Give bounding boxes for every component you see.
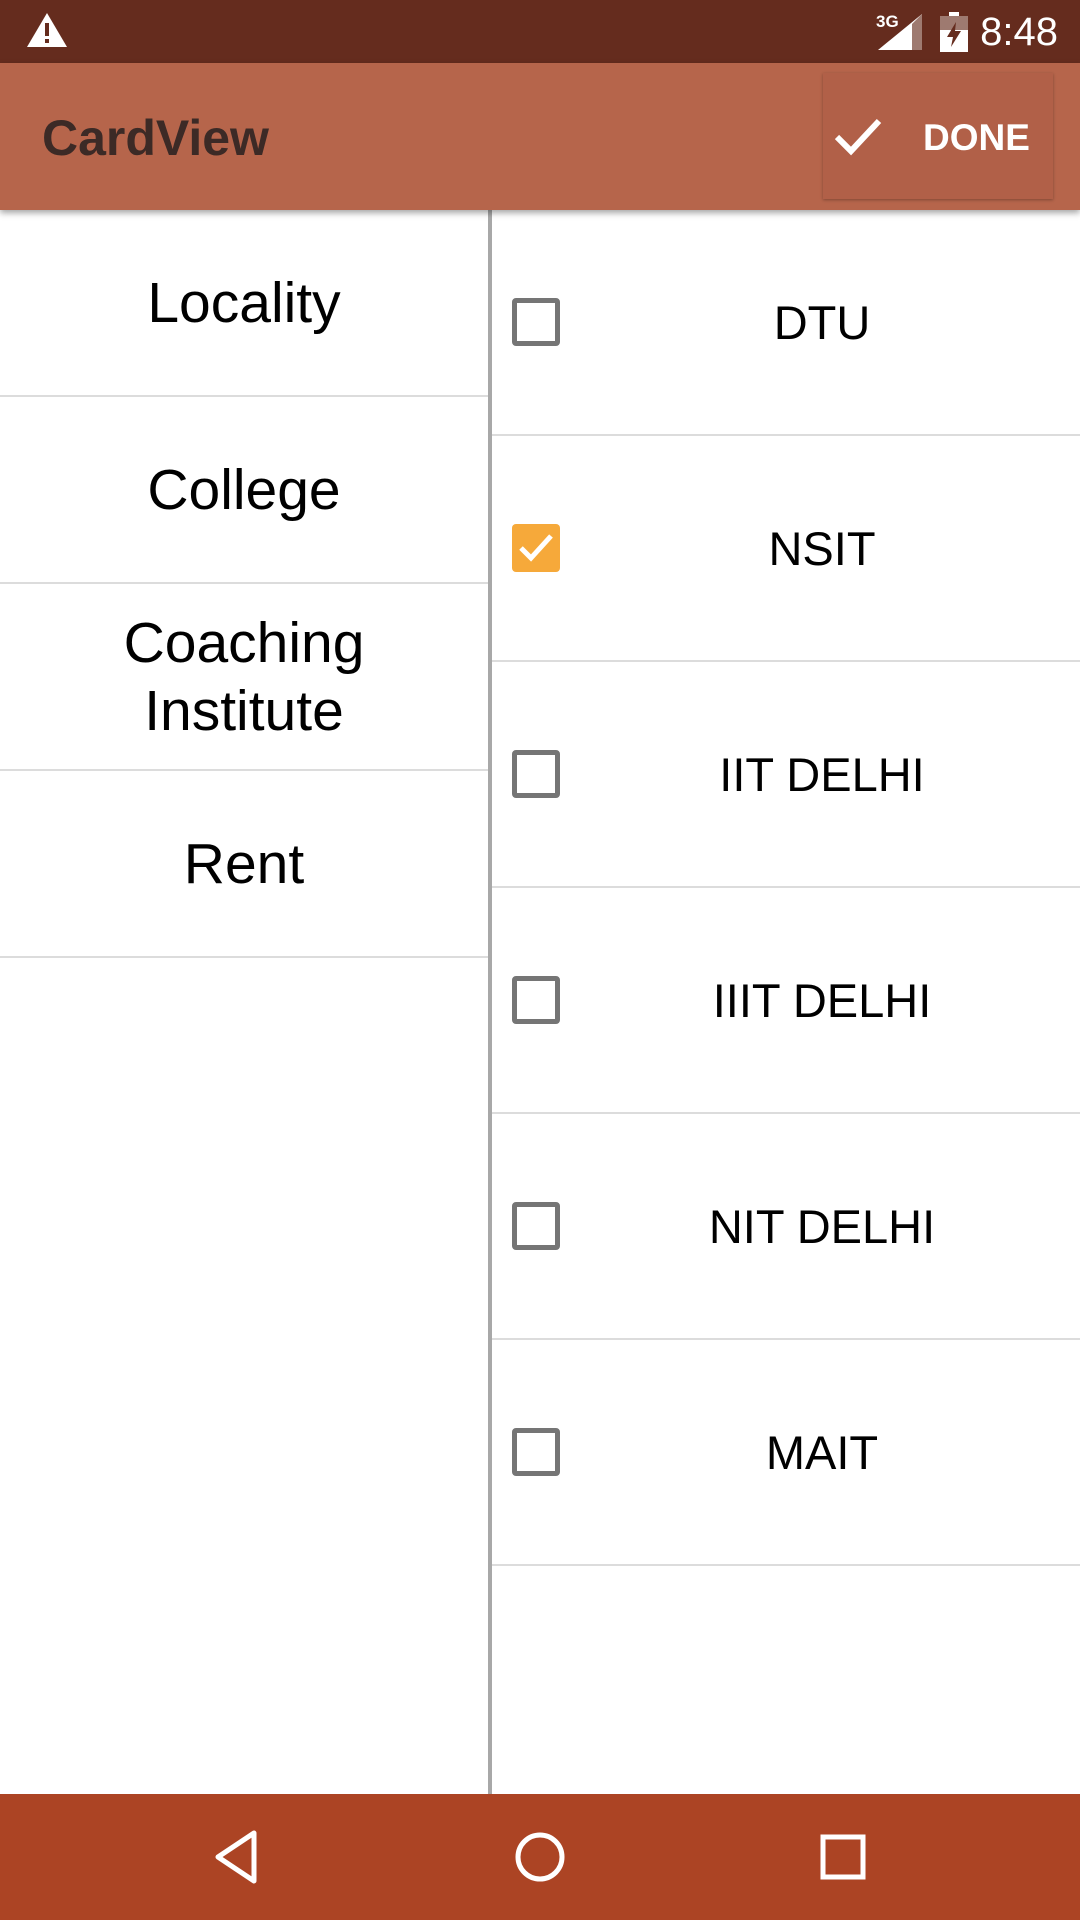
app-title: CardView bbox=[42, 110, 269, 166]
home-icon[interactable] bbox=[508, 1825, 572, 1889]
option-item-iit-delhi[interactable]: IIT DELHI bbox=[492, 662, 1080, 888]
checkbox[interactable] bbox=[512, 976, 560, 1024]
status-bar: 3G 8:48 bbox=[0, 0, 1080, 63]
checkmark-icon bbox=[519, 534, 553, 562]
warning-icon bbox=[27, 13, 67, 47]
category-label: Locality bbox=[147, 270, 341, 335]
option-label: NSIT bbox=[768, 522, 876, 575]
option-label: IIIT DELHI bbox=[712, 974, 932, 1027]
checkbox[interactable] bbox=[512, 1428, 560, 1476]
done-label: DONE bbox=[923, 117, 1030, 158]
option-item-nsit[interactable]: NSIT bbox=[492, 436, 1080, 662]
category-item-rent[interactable]: Rent bbox=[0, 771, 488, 958]
option-item-nit-delhi[interactable]: NIT DELHI bbox=[492, 1114, 1080, 1340]
check-icon bbox=[834, 118, 882, 156]
option-item-mait[interactable]: MAIT bbox=[492, 1340, 1080, 1566]
battery-icon bbox=[940, 12, 968, 52]
category-label: College bbox=[147, 457, 341, 522]
option-item-iiit-delhi[interactable]: IIIT DELHI bbox=[492, 888, 1080, 1114]
option-label: NIT DELHI bbox=[708, 1200, 936, 1253]
option-item-dtu[interactable]: DTU bbox=[492, 210, 1080, 436]
option-label: IIT DELHI bbox=[719, 748, 925, 801]
category-list: Locality College Coaching Institute Rent bbox=[0, 210, 488, 1794]
checkbox-checked[interactable] bbox=[512, 524, 560, 572]
category-label: Rent bbox=[183, 831, 305, 896]
status-clock: 8:48 bbox=[980, 10, 1058, 54]
option-list: DTU NSIT IIT DELHI IIIT DELHI NIT DELHI … bbox=[492, 210, 1080, 1794]
navigation-bar bbox=[0, 1794, 1080, 1920]
checkbox[interactable] bbox=[512, 1202, 560, 1250]
checkbox[interactable] bbox=[512, 298, 560, 346]
category-item-college[interactable]: College bbox=[0, 397, 488, 584]
recents-icon[interactable] bbox=[811, 1825, 875, 1889]
checkbox[interactable] bbox=[512, 750, 560, 798]
back-icon[interactable] bbox=[206, 1825, 270, 1889]
category-label: Coaching Institute bbox=[123, 610, 365, 743]
category-item-coaching-institute[interactable]: Coaching Institute bbox=[0, 584, 488, 771]
category-item-locality[interactable]: Locality bbox=[0, 210, 488, 397]
app-bar: CardView DONE bbox=[0, 63, 1080, 210]
option-label: MAIT bbox=[765, 1426, 879, 1479]
signal-icon bbox=[878, 14, 922, 50]
option-label: DTU bbox=[773, 296, 871, 349]
done-button[interactable]: DONE bbox=[823, 73, 1053, 199]
